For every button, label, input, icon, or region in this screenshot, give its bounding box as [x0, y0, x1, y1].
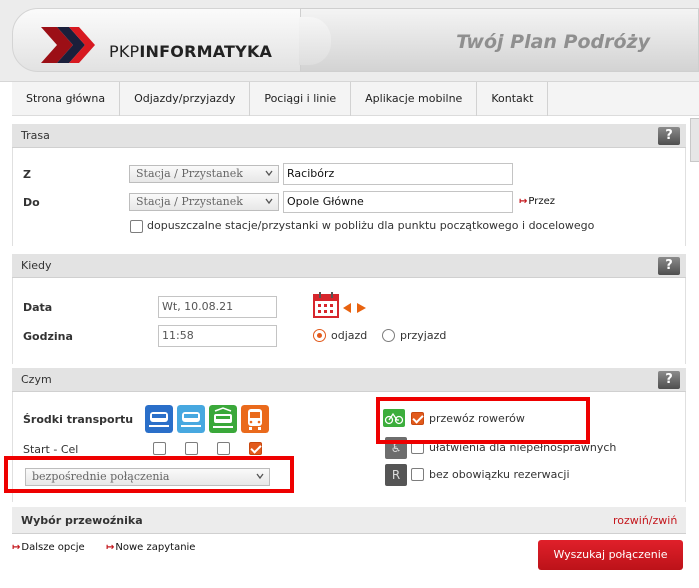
- help-icon[interactable]: ?: [658, 257, 680, 275]
- no-reservation-icon: R: [385, 464, 407, 486]
- to-type-select[interactable]: Stacja / Przystanek: [129, 193, 279, 211]
- start-end-train-green-checkbox[interactable]: [217, 442, 230, 455]
- highlight-box-bike: [376, 397, 590, 444]
- calendar-icon[interactable]: [313, 292, 339, 318]
- departure-label: odjazd: [331, 329, 368, 342]
- nav-item-trains[interactable]: Pociągi i linie: [250, 82, 352, 116]
- scrollbar[interactable]: [690, 118, 699, 162]
- bus-icon[interactable]: [241, 405, 269, 433]
- carrier-section-header: Wybór przewoźnika rozwiń/zwiń: [12, 507, 686, 534]
- logo-area: PKPINFORMATYKA: [12, 8, 302, 72]
- previous-day-icon[interactable]: [343, 303, 352, 313]
- nav-item-mobile[interactable]: Aplikacje mobilne: [351, 82, 478, 116]
- start-end-bus-checkbox[interactable]: [249, 442, 262, 455]
- title-area: Twój Plan Podróży: [299, 8, 699, 72]
- start-end-train-light-checkbox[interactable]: [185, 442, 198, 455]
- how-section-header: Czym ?: [12, 368, 686, 392]
- arrow-right-icon: ↦: [106, 542, 115, 553]
- app-title: Twój Plan Podróży: [456, 31, 650, 53]
- to-input[interactable]: Opole Główne: [283, 191, 513, 213]
- how-section-title: Czym: [21, 373, 52, 386]
- nav-item-contact[interactable]: Kontakt: [477, 82, 549, 116]
- time-input[interactable]: 11:58: [158, 325, 277, 347]
- chevron-down-icon: [265, 198, 273, 205]
- nav-item-departures[interactable]: Odjazdy/przyjazdy: [120, 82, 251, 116]
- start-end-label: Start - Cel: [23, 443, 79, 456]
- when-section: Data Wt, 10.08.21 Godzina 11:58 odjazd p…: [12, 278, 686, 364]
- train-green-icon[interactable]: [209, 405, 237, 433]
- help-icon[interactable]: ?: [658, 371, 680, 389]
- header: PKPINFORMATYKA Twój Plan Podróży: [0, 0, 699, 82]
- to-type-value: Stacja / Przystanek: [136, 195, 243, 208]
- route-section-title: Trasa: [21, 129, 50, 142]
- search-button[interactable]: Wyszukaj połączenie: [538, 540, 683, 570]
- no-reservation-label: bez obowiązku rezerwacji: [429, 468, 570, 481]
- more-options-link[interactable]: ↦Dalsze opcje: [12, 542, 85, 553]
- from-label: Z: [23, 168, 31, 181]
- when-section-header: Kiedy ?: [12, 254, 686, 278]
- carrier-section-title: Wybór przewoźnika: [21, 514, 143, 527]
- pkp-logo-icon: [41, 27, 95, 63]
- date-input[interactable]: Wt, 10.08.21: [158, 296, 277, 318]
- train-light-icon[interactable]: [177, 405, 205, 433]
- app-root: PKPINFORMATYKA Twój Plan Podróży Strona …: [0, 0, 699, 588]
- arrival-radio[interactable]: [382, 329, 395, 342]
- logo-text: PKPINFORMATYKA: [109, 42, 272, 61]
- via-link-label: Przez: [528, 196, 556, 207]
- time-label: Godzina: [23, 330, 73, 343]
- next-day-icon[interactable]: [357, 303, 366, 313]
- carrier-toggle-link[interactable]: rozwiń/zwiń: [613, 514, 677, 527]
- chevron-down-icon: [265, 170, 273, 177]
- new-query-link[interactable]: ↦Nowe zapytanie: [106, 542, 195, 553]
- new-query-label: Nowe zapytanie: [115, 542, 196, 553]
- help-icon[interactable]: ?: [658, 127, 680, 145]
- main-nav: Strona główna Odjazdy/przyjazdy Pociągi …: [12, 82, 699, 116]
- no-reservation-checkbox[interactable]: [411, 468, 424, 481]
- transport-label: Środki transportu: [23, 413, 134, 426]
- nav-item-home[interactable]: Strona główna: [12, 82, 121, 116]
- route-section-header: Trasa ?: [12, 124, 686, 148]
- start-end-train-checkbox[interactable]: [153, 442, 166, 455]
- nearby-label: dopuszczalne stacje/przystanki w pobliżu…: [147, 219, 595, 232]
- arrow-right-icon: ↦: [519, 196, 528, 207]
- from-type-select[interactable]: Stacja / Przystanek: [129, 165, 279, 183]
- arrow-right-icon: ↦: [12, 542, 21, 553]
- date-label: Data: [23, 301, 53, 314]
- logo-prefix: PKP: [109, 42, 140, 61]
- more-options-label: Dalsze opcje: [21, 542, 85, 553]
- logo-bold: INFORMATYKA: [139, 42, 273, 61]
- route-section: Z Stacja / Przystanek Racibórz Do Stacja…: [12, 148, 686, 246]
- from-input[interactable]: Racibórz: [283, 163, 513, 185]
- train-icon[interactable]: [145, 405, 173, 433]
- nearby-checkbox[interactable]: [130, 220, 143, 233]
- via-link[interactable]: ↦Przez: [519, 196, 555, 207]
- to-label: Do: [23, 196, 40, 209]
- when-section-title: Kiedy: [21, 259, 52, 272]
- arrival-label: przyjazd: [400, 329, 447, 342]
- departure-radio[interactable]: [313, 329, 326, 342]
- from-type-value: Stacja / Przystanek: [136, 167, 243, 180]
- highlight-box-connections: [4, 456, 294, 493]
